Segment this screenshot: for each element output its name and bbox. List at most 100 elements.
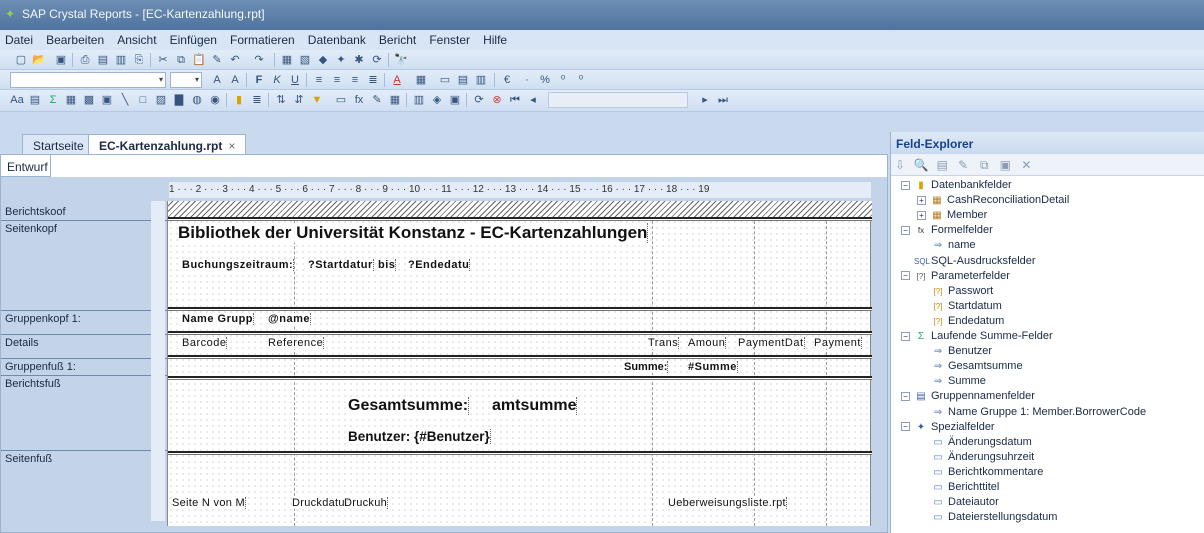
menu-hilfe[interactable]: Hilfe	[478, 30, 512, 47]
payment-field[interactable]: Payment	[814, 337, 862, 349]
expand-icon[interactable]: +	[917, 195, 926, 205]
hyperlink-icon[interactable]: ▦	[388, 93, 402, 107]
sum-label[interactable]: Summe:	[624, 361, 669, 373]
collapse-icon[interactable]: −	[901, 422, 910, 432]
export-icon[interactable]: ▥	[114, 53, 128, 67]
menu-formatieren[interactable]: Formatieren	[225, 30, 300, 47]
tree-node-gruppennamenfelder[interactable]: − ▤ Gruppennamenfelder	[901, 389, 1035, 404]
format-painter-icon[interactable]: ✎	[210, 53, 224, 67]
shrink-font-icon[interactable]: A	[228, 73, 242, 87]
new-icon[interactable]: ▢	[14, 53, 28, 67]
print-time-field[interactable]: Druckuh	[344, 497, 389, 509]
print-icon[interactable]: ⎙	[78, 53, 92, 67]
font-combo[interactable]: ▾	[10, 72, 166, 88]
collapse-icon[interactable]: −	[901, 271, 910, 281]
bold-icon[interactable]: F	[252, 73, 266, 87]
reference-field[interactable]: Reference	[268, 337, 325, 349]
group-name-label[interactable]: Name Grupp	[182, 313, 255, 325]
group-name-field[interactable]: @name	[268, 313, 311, 325]
tree-node-dateierstellungsdatum[interactable]: ▭ Dateierstellungsdatum	[917, 510, 1057, 525]
repository-icon[interactable]: ◈	[430, 93, 444, 107]
increase-decimal-icon[interactable]: ⁰	[556, 73, 570, 87]
stop-icon[interactable]: ⊗	[490, 93, 504, 107]
start-date-param[interactable]: ?Startdatur	[308, 259, 374, 271]
refresh-data-icon[interactable]: ⟳	[472, 93, 486, 107]
expand-icon[interactable]: +	[917, 210, 926, 220]
chart-icon[interactable]: ▇	[172, 93, 186, 107]
crosstab-icon[interactable]: ▦	[64, 93, 78, 107]
section-expert-icon[interactable]: ≣	[250, 93, 264, 107]
filename-field[interactable]: Ueberweisungsliste.rpt	[668, 497, 787, 509]
flash-icon[interactable]: ◉	[208, 93, 222, 107]
menu-einfuegen[interactable]: Einfügen	[165, 30, 222, 47]
tree-node-datenbankfelder[interactable]: − ▮ Datenbankfelder	[901, 178, 1012, 193]
close-tab-icon[interactable]: ×	[228, 139, 235, 153]
next-page-icon[interactable]: ▸	[698, 93, 712, 107]
end-date-param[interactable]: ?Endedatu	[408, 259, 471, 271]
text-object-icon[interactable]: Aa	[10, 93, 24, 107]
paste-icon[interactable]: 📋	[192, 53, 206, 67]
tree-node-berichtkommentare[interactable]: ▭ Berichtkommentare	[917, 465, 1043, 480]
tree-node-benutzer[interactable]: ⇒ Benutzer	[917, 344, 992, 359]
tree-node-dateiautor[interactable]: ▭ Dateiautor	[917, 495, 999, 510]
map-icon[interactable]: ◍	[190, 93, 204, 107]
new-field-icon[interactable]: ▤	[933, 154, 951, 176]
font-color-icon[interactable]: A	[390, 73, 404, 87]
tree-node-parameterfelder[interactable]: − [?] Parameterfelder	[901, 269, 1010, 284]
tree-node-member[interactable]: + ▦ Member	[917, 208, 987, 223]
tree-node-sql-ausdrucksfelder[interactable]: SQLSQL-Ausdrucksfelder	[901, 254, 1036, 269]
amount-field[interactable]: Amoun	[688, 337, 727, 349]
lock-format-icon[interactable]: ▤	[456, 73, 470, 87]
dependency-icon[interactable]: ▣	[448, 93, 462, 107]
tree-node-passwort[interactable]: [?] Passwort	[917, 284, 994, 299]
section-group-footer[interactable]: Gruppenfuß 1:	[5, 361, 76, 373]
border-icon[interactable]: ▦	[414, 73, 428, 87]
last-page-icon[interactable]: ⏭	[716, 93, 730, 107]
decrease-decimal-icon[interactable]: ⁰	[574, 73, 588, 87]
lock-size-icon[interactable]: ▥	[474, 73, 488, 87]
font-size-combo[interactable]: ▾	[170, 72, 202, 88]
section-report-header[interactable]: Berichtskoof	[5, 206, 66, 218]
open-icon[interactable]: 📂	[32, 53, 46, 67]
tree-node-spezialfelder[interactable]: − ✦ Spezialfelder	[901, 420, 995, 435]
menu-bericht[interactable]: Bericht	[374, 30, 421, 47]
tree-node-laufende-summe-felder[interactable]: − Σ Laufende Summe-Felder	[901, 329, 1053, 344]
picture-icon[interactable]: ▨	[154, 93, 168, 107]
menu-datei[interactable]: Datei	[0, 30, 38, 47]
filter-icon[interactable]: ▼	[310, 93, 324, 107]
section-details[interactable]: Details	[5, 337, 39, 349]
section-page-header[interactable]: Seitenkopf	[5, 223, 57, 235]
align-left-icon[interactable]: ≡	[312, 73, 326, 87]
collapse-icon[interactable]: −	[901, 180, 910, 190]
group-expert-icon[interactable]: ⇅	[274, 93, 288, 107]
print-setup-icon[interactable]: ⎘	[132, 53, 146, 67]
menu-ansicht[interactable]: Ansicht	[112, 30, 161, 47]
tree-node-summe[interactable]: ⇒ Summe	[917, 374, 986, 389]
underline-icon[interactable]: U	[288, 73, 302, 87]
edit-field-icon[interactable]: ✎	[954, 154, 972, 176]
tree-node-cashreconciliationdetail[interactable]: + ▦ CashReconciliationDetail	[917, 193, 1069, 208]
olap-icon[interactable]: ▩	[82, 93, 96, 107]
page-nav-field[interactable]	[548, 92, 688, 108]
tree-node-name[interactable]: ⇒ name	[917, 238, 976, 253]
menu-datenbank[interactable]: Datenbank	[303, 30, 371, 47]
grand-total-label[interactable]: Gesamtsumme:	[348, 397, 470, 415]
menu-fenster[interactable]: Fenster	[424, 30, 475, 47]
toggle-explorer-icon[interactable]: ▧	[298, 53, 312, 67]
align-right-icon[interactable]: ≡	[348, 73, 362, 87]
print-date-field[interactable]: Druckdatur	[292, 497, 350, 509]
browse-icon[interactable]: 🔍	[912, 154, 930, 176]
paymentdate-field[interactable]: PaymentDat	[738, 337, 805, 349]
tree-node-endedatum[interactable]: [?] Endedatum	[917, 314, 1005, 329]
formula-workshop-icon[interactable]: ✱	[352, 53, 366, 67]
italic-icon[interactable]: K	[270, 73, 284, 87]
report-canvas[interactable]: Bibliothek der Universität Konstanz - EC…	[167, 201, 872, 526]
tree-node-gesamtsumme[interactable]: ⇒ Gesamtsumme	[917, 359, 1023, 374]
bis-label[interactable]: bis	[378, 259, 397, 271]
tab-report[interactable]: EC-Kartenzahlung.rpt ×	[88, 134, 247, 154]
insert-to-report-icon[interactable]: ⇩	[891, 154, 909, 176]
toggle-fields-icon[interactable]: ▦	[280, 53, 294, 67]
summary-icon[interactable]: Σ	[46, 93, 60, 107]
sum-field[interactable]: #Summe	[688, 361, 738, 373]
find-icon[interactable]: 🔭	[394, 53, 408, 67]
